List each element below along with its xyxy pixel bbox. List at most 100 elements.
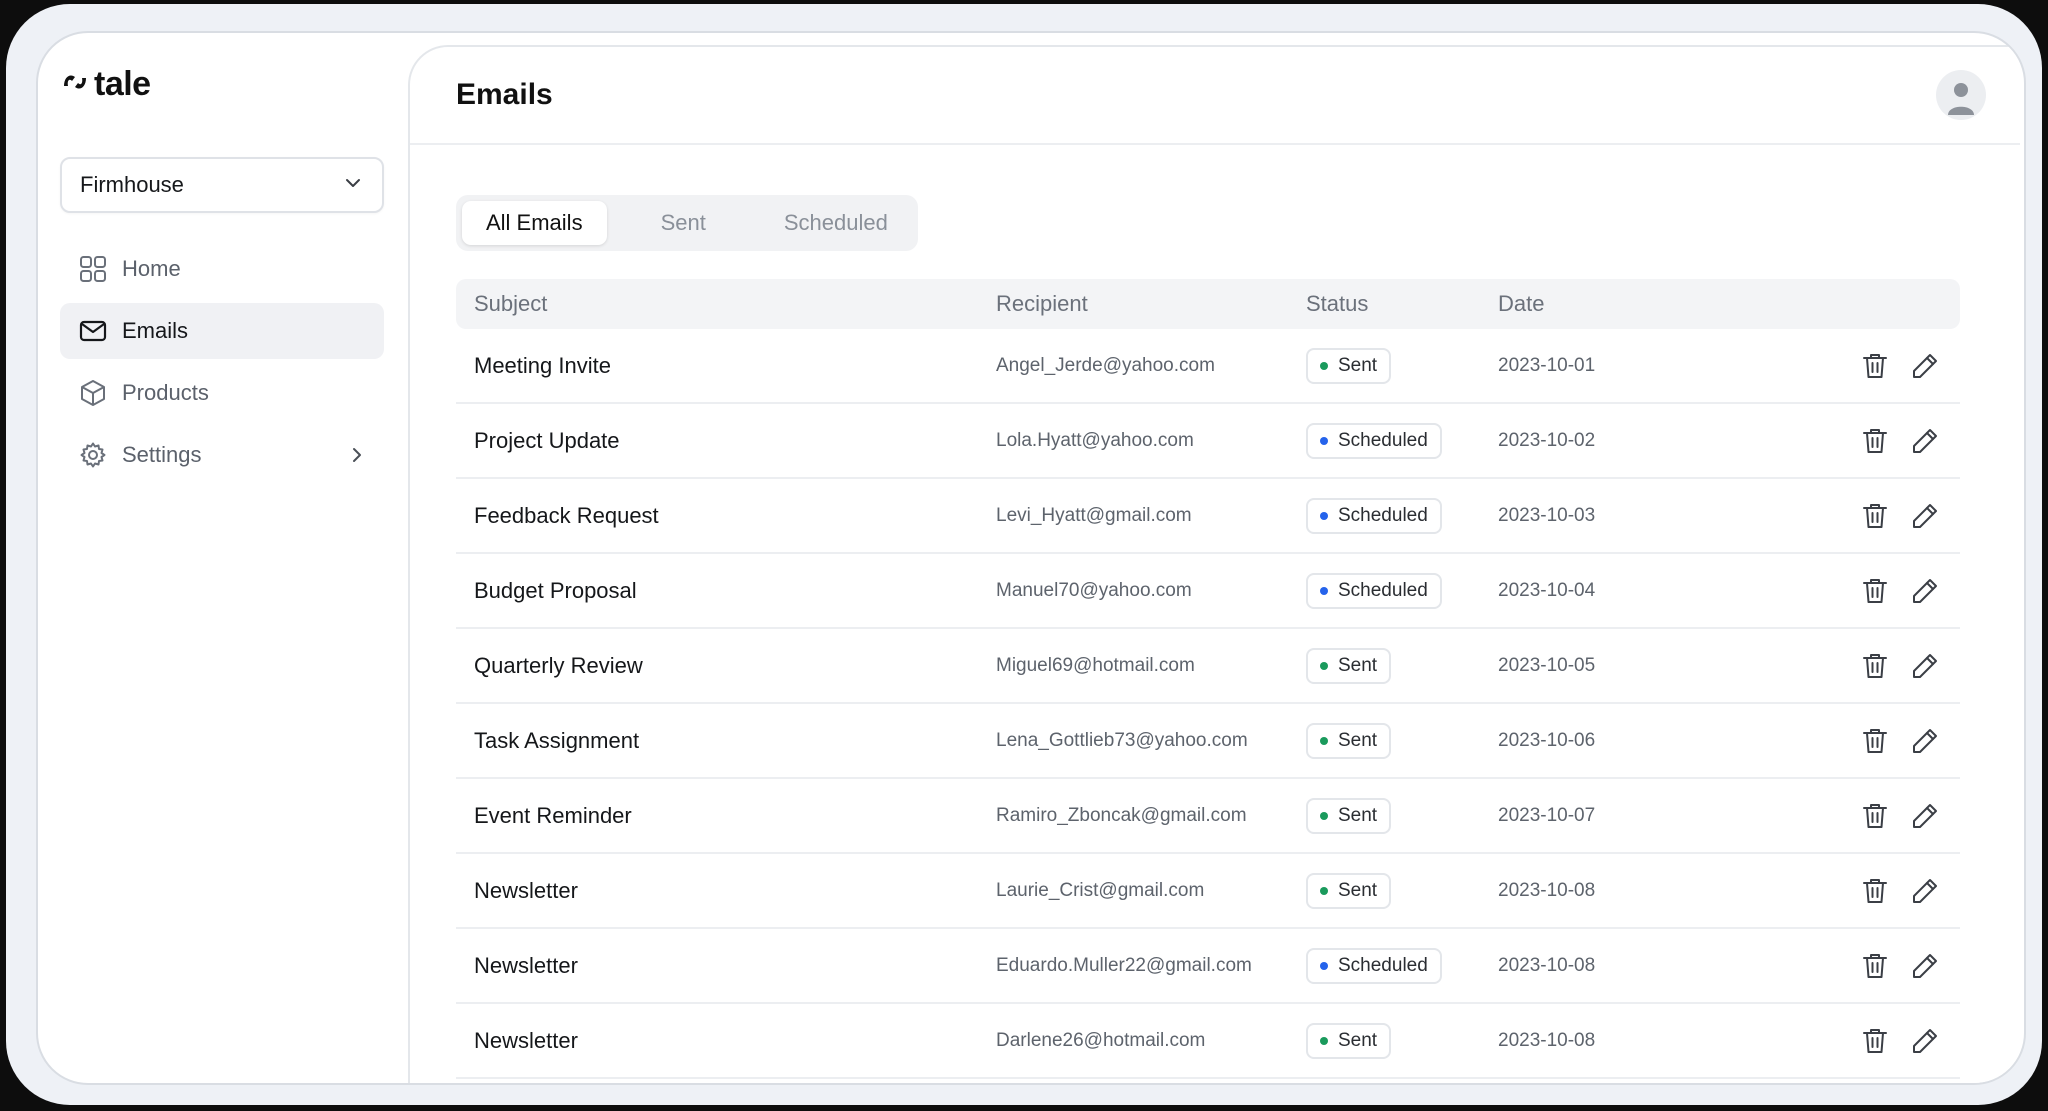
column-header-subject[interactable]: Subject	[456, 291, 996, 317]
table-row[interactable]: Task Assignment Lena_Gottlieb73@yahoo.co…	[456, 704, 1960, 779]
status-badge-label: Scheduled	[1338, 579, 1428, 601]
table-row[interactable]: Project Update Lola.Hyatt@yahoo.com Sche…	[456, 404, 1960, 479]
status-badge-label: Sent	[1338, 879, 1378, 901]
logo[interactable]: tale	[60, 65, 151, 104]
email-date: 2023-10-02	[1498, 429, 1596, 451]
status-badge: Sent	[1306, 647, 1392, 684]
email-recipient: Ramiro_Zboncak@gmail.com	[996, 804, 1247, 826]
email-date: 2023-10-05	[1498, 654, 1596, 676]
sidebar-item-settings[interactable]: Settings	[60, 427, 384, 483]
sidebar-item-emails[interactable]: Emails	[60, 303, 384, 359]
column-header-date[interactable]: Date	[1498, 291, 1768, 317]
gear-icon	[78, 440, 108, 470]
table-row[interactable]: Newsletter Laurie_Crist@gmail.com Sent 2…	[456, 854, 1960, 929]
pencil-icon[interactable]	[1910, 651, 1940, 681]
table-row[interactable]: Meeting Invite Angel_Jerde@yahoo.com Sen…	[456, 329, 1960, 404]
sidebar-item-products[interactable]: Products	[60, 365, 384, 421]
email-subject[interactable]: Feedback Request	[456, 503, 996, 529]
pencil-icon[interactable]	[1910, 726, 1940, 756]
status-badge: Sent	[1306, 872, 1392, 909]
email-recipient: Lena_Gottlieb73@yahoo.com	[996, 729, 1248, 751]
pencil-icon[interactable]	[1910, 501, 1940, 531]
table-row[interactable]: Newsletter Darlene26@hotmail.com Sent 20…	[456, 1004, 1960, 1079]
trash-icon[interactable]	[1860, 951, 1890, 981]
trash-icon[interactable]	[1860, 651, 1890, 681]
status-badge: Scheduled	[1306, 572, 1442, 609]
table-header: Subject Recipient Status Date	[456, 279, 1960, 329]
email-subject[interactable]: Newsletter	[456, 953, 996, 979]
logo-text: tale	[94, 65, 151, 103]
email-recipient: Miguel69@hotmail.com	[996, 654, 1195, 676]
email-subject[interactable]: Meeting Invite	[456, 353, 996, 379]
status-badge: Scheduled	[1306, 947, 1442, 984]
status-badge-label: Sent	[1338, 804, 1378, 826]
table-body: Meeting Invite Angel_Jerde@yahoo.com Sen…	[456, 329, 1960, 1079]
email-recipient: Manuel70@yahoo.com	[996, 579, 1192, 601]
row-actions	[1768, 951, 1960, 981]
pencil-icon[interactable]	[1910, 876, 1940, 906]
column-header-status[interactable]: Status	[1306, 291, 1498, 317]
sidebar-item-label: Emails	[122, 318, 189, 343]
status-dot	[1320, 436, 1328, 445]
sidebar-item-home[interactable]: Home	[60, 241, 384, 297]
email-subject[interactable]: Newsletter	[456, 878, 996, 904]
status-dot	[1320, 886, 1328, 895]
pencil-icon[interactable]	[1910, 951, 1940, 981]
email-date: 2023-10-08	[1498, 954, 1596, 976]
table-row[interactable]: Feedback Request Levi_Hyatt@gmail.com Sc…	[456, 479, 1960, 554]
status-badge-label: Scheduled	[1338, 954, 1428, 976]
pencil-icon[interactable]	[1910, 801, 1940, 831]
screen-frame: tale Firmhouse Home Emails Products Sett…	[6, 4, 2042, 1105]
tab-scheduled[interactable]: Scheduled	[760, 201, 912, 245]
email-subject[interactable]: Quarterly Review	[456, 653, 996, 679]
trash-icon[interactable]	[1860, 351, 1890, 381]
trash-icon[interactable]	[1860, 501, 1890, 531]
pencil-icon[interactable]	[1910, 576, 1940, 606]
status-dot	[1320, 736, 1328, 745]
table-row[interactable]: Event Reminder Ramiro_Zboncak@gmail.com …	[456, 779, 1960, 854]
pencil-icon[interactable]	[1910, 351, 1940, 381]
trash-icon[interactable]	[1860, 1026, 1890, 1056]
email-date: 2023-10-08	[1498, 1029, 1596, 1051]
email-subject[interactable]: Budget Proposal	[456, 578, 996, 604]
email-subject[interactable]: Project Update	[456, 428, 996, 454]
row-actions	[1768, 1026, 1960, 1056]
email-date: 2023-10-03	[1498, 504, 1596, 526]
row-actions	[1768, 426, 1960, 456]
trash-icon[interactable]	[1860, 426, 1890, 456]
status-badge-label: Sent	[1338, 654, 1378, 676]
table-row[interactable]: Budget Proposal Manuel70@yahoo.com Sched…	[456, 554, 1960, 629]
page-title: Emails	[456, 78, 553, 111]
status-dot	[1320, 811, 1328, 820]
status-dot	[1320, 511, 1328, 520]
status-dot	[1320, 961, 1328, 970]
table-row[interactable]: Newsletter Eduardo.Muller22@gmail.com Sc…	[456, 929, 1960, 1004]
row-actions	[1768, 726, 1960, 756]
sidebar-nav: Home Emails Products Settings	[60, 241, 384, 489]
email-date: 2023-10-06	[1498, 729, 1596, 751]
email-subject[interactable]: Event Reminder	[456, 803, 996, 829]
pencil-icon[interactable]	[1910, 426, 1940, 456]
status-cell: Sent	[1306, 797, 1498, 834]
email-subject[interactable]: Newsletter	[456, 1028, 996, 1054]
pencil-icon[interactable]	[1910, 1026, 1940, 1056]
email-date: 2023-10-08	[1498, 879, 1596, 901]
avatar[interactable]	[1936, 70, 1986, 120]
trash-icon[interactable]	[1860, 876, 1890, 906]
column-header-recipient[interactable]: Recipient	[996, 291, 1306, 317]
organization-select[interactable]: Firmhouse	[60, 157, 384, 213]
tab-sent[interactable]: Sent	[615, 201, 752, 245]
email-subject[interactable]: Task Assignment	[456, 728, 996, 754]
status-badge-label: Scheduled	[1338, 429, 1428, 451]
tab-all-emails[interactable]: All Emails	[462, 201, 607, 245]
trash-icon[interactable]	[1860, 801, 1890, 831]
row-actions	[1768, 651, 1960, 681]
trash-icon[interactable]	[1860, 726, 1890, 756]
table-row[interactable]: Quarterly Review Miguel69@hotmail.com Se…	[456, 629, 1960, 704]
status-cell: Sent	[1306, 347, 1498, 384]
trash-icon[interactable]	[1860, 576, 1890, 606]
status-dot	[1320, 586, 1328, 595]
status-dot	[1320, 1036, 1328, 1045]
email-recipient: Angel_Jerde@yahoo.com	[996, 354, 1215, 376]
email-recipient: Laurie_Crist@gmail.com	[996, 879, 1205, 901]
